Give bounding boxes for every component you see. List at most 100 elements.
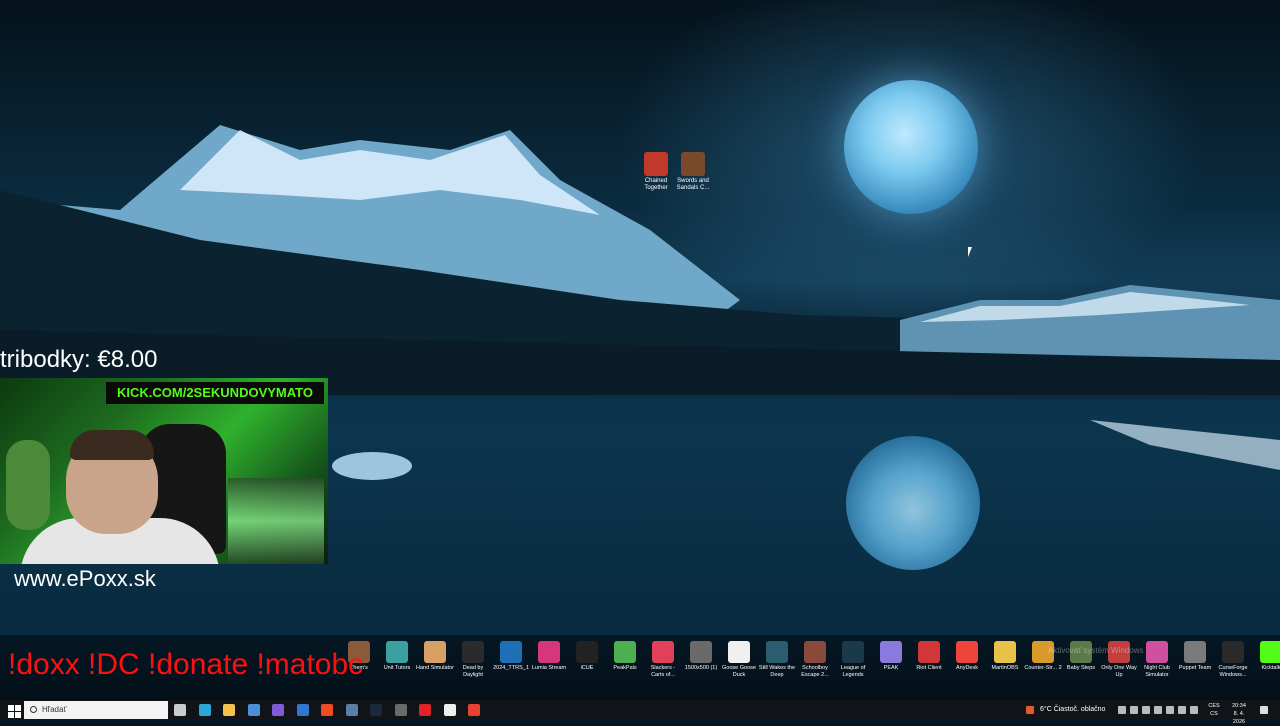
language-top: CES (1208, 703, 1220, 709)
desktop-icon-label: Swords and Sandals C... (676, 178, 710, 191)
clock[interactable]: 20:34 8. 4. 2026 (1228, 702, 1250, 726)
app-tile-icon (538, 641, 560, 663)
desktop-app-24[interactable]: Kicktalk (1252, 640, 1280, 684)
sync-icon[interactable] (1190, 706, 1198, 714)
desktop-app-10[interactable]: Goose Goose Duck (720, 640, 758, 684)
desktop-icon-label: Chained Together (644, 178, 668, 191)
brave-icon[interactable] (321, 704, 333, 716)
app-tile-icon (1222, 641, 1244, 663)
app-label: MartinOBS (991, 665, 1019, 671)
pc-case (228, 478, 324, 564)
steam-icon[interactable] (370, 704, 382, 716)
app-tile-icon (1146, 641, 1168, 663)
desktop-app-3[interactable]: Dead by Daylight (454, 640, 492, 684)
app-tile-icon (804, 641, 826, 663)
app-tile-icon (652, 641, 674, 663)
desktop-app-21[interactable]: Night Club Simulator (1138, 640, 1176, 684)
task-view-icon[interactable] (174, 704, 186, 716)
volume-icon[interactable] (1178, 706, 1186, 714)
desktop-app-2[interactable]: Hand Simulator (416, 640, 454, 684)
file-explorer-icon[interactable] (223, 704, 235, 716)
tray-app-icon[interactable] (1130, 706, 1138, 714)
weather-text[interactable]: 6°C Čiastoč. oblačno (1040, 700, 1105, 720)
language-bottom: CS (1210, 711, 1218, 717)
website-overlay-text: www.ePoxx.sk (14, 566, 156, 591)
app-label: PeakPals (613, 665, 637, 671)
app-icon[interactable] (345, 704, 358, 716)
app-tile-icon (766, 641, 788, 663)
app-tile-icon (956, 641, 978, 663)
microphone-icon[interactable] (1142, 706, 1150, 714)
desktop-app-22[interactable]: Puppet Team (1176, 640, 1214, 684)
language-indicator[interactable]: CES CS (1206, 702, 1222, 718)
app-label: Schoolboy Escape 2... (801, 665, 829, 678)
kick-banner: KICK.COM/2SEKUNDOVYMATO (106, 382, 324, 404)
desktop-app-15[interactable]: Riot Client (910, 640, 948, 684)
moon (844, 80, 978, 214)
desktop-app-6[interactable]: iCUE (568, 640, 606, 684)
search-placeholder: Hľadať (42, 705, 67, 714)
app-tile-icon (842, 641, 864, 663)
desktop-app-7[interactable]: PeakPals (606, 640, 644, 684)
desktop-app-16[interactable]: AnyDesk (948, 640, 986, 684)
app-label: Counter-Str... 2 (1024, 665, 1062, 671)
network-icon[interactable] (1166, 706, 1174, 714)
app-tile-icon (1184, 641, 1206, 663)
mail-icon[interactable] (296, 704, 309, 716)
frog-figure (6, 440, 50, 530)
start-button[interactable] (4, 702, 21, 718)
app-label: AnyDesk (955, 665, 978, 671)
desktop-app-9[interactable]: 1500x500 (1) (682, 640, 720, 684)
app-tile-icon (614, 641, 636, 663)
desktop-app-11[interactable]: Still Wakes the Deep (758, 640, 796, 684)
chat-commands-overlay: !doxx !DC !donate !matobc (8, 648, 364, 681)
app-tile-icon (462, 641, 484, 663)
desktop-icon-swords-and-sandals[interactable]: Swords and Sandals C... (673, 152, 713, 192)
desktop-app-8[interactable]: Slackers - Carts of... (644, 640, 682, 684)
webcam-feed: KICK.COM/2SEKUNDOVYMATO (0, 378, 328, 564)
app-tile-icon (880, 641, 902, 663)
desktop-app-23[interactable]: CurseForge Windows... (1214, 640, 1252, 684)
app-label: Kicktalk (1261, 665, 1280, 671)
opera-icon[interactable] (419, 704, 431, 716)
app-label: Puppet Team (1178, 665, 1212, 671)
desktop-app-4[interactable]: 2024_TTRS_1 (492, 640, 530, 684)
app-label: Still Wakes the Deep (758, 665, 796, 678)
edge-icon[interactable] (198, 704, 211, 716)
swords-sandals-icon (681, 152, 705, 176)
app-tile-icon (500, 641, 522, 663)
mountain-landscape (0, 125, 1280, 635)
taskbar-search-input[interactable]: Hľadať (24, 701, 168, 719)
app-label: 1500x500 (1) (684, 665, 718, 671)
app-label: 2024_TTRS_1 (493, 665, 529, 671)
obs-icon[interactable] (443, 704, 456, 716)
app-tile-icon (576, 641, 598, 663)
app-tile-icon (386, 641, 408, 663)
app-tile-icon (728, 641, 750, 663)
app-label: Riot Client (916, 665, 942, 671)
copilot-icon[interactable] (272, 704, 284, 716)
app-label: Hand Simulator (416, 665, 454, 671)
display-icon[interactable] (1154, 706, 1162, 714)
chevron-up-icon[interactable] (1118, 706, 1126, 714)
donation-overlay-text: tribodky: €8.00 (0, 346, 158, 373)
notifications-icon[interactable] (1260, 706, 1268, 714)
moon-reflection (846, 436, 980, 570)
desktop-app-14[interactable]: PEAK (872, 640, 910, 684)
chrome-icon[interactable] (468, 704, 480, 716)
desktop-app-1[interactable]: Unit Tutors (378, 640, 416, 684)
clock-date: 8. 4. 2026 (1232, 711, 1246, 725)
app-label: Goose Goose Duck (722, 665, 756, 678)
app-label: Slackers - Carts of... (650, 665, 676, 678)
activation-watermark: Aktivovať systém Windows (1048, 646, 1144, 655)
desktop-app-5[interactable]: Lumia Stream (530, 640, 568, 684)
desktop-icon-chained-together[interactable]: Chained Together (636, 152, 676, 192)
desktop-app-13[interactable]: League of Legends (834, 640, 872, 684)
settings-icon[interactable] (394, 704, 407, 716)
app-label: PEAK (883, 665, 899, 671)
desktop-app-17[interactable]: MartinOBS (986, 640, 1024, 684)
store-icon[interactable] (247, 704, 260, 716)
desktop-app-12[interactable]: Schoolboy Escape 2... (796, 640, 834, 684)
app-label: Lumia Stream (531, 665, 567, 671)
taskbar: Hľadať 6°C Čiastoč. oblačno CES CS 20:34… (0, 700, 1280, 725)
